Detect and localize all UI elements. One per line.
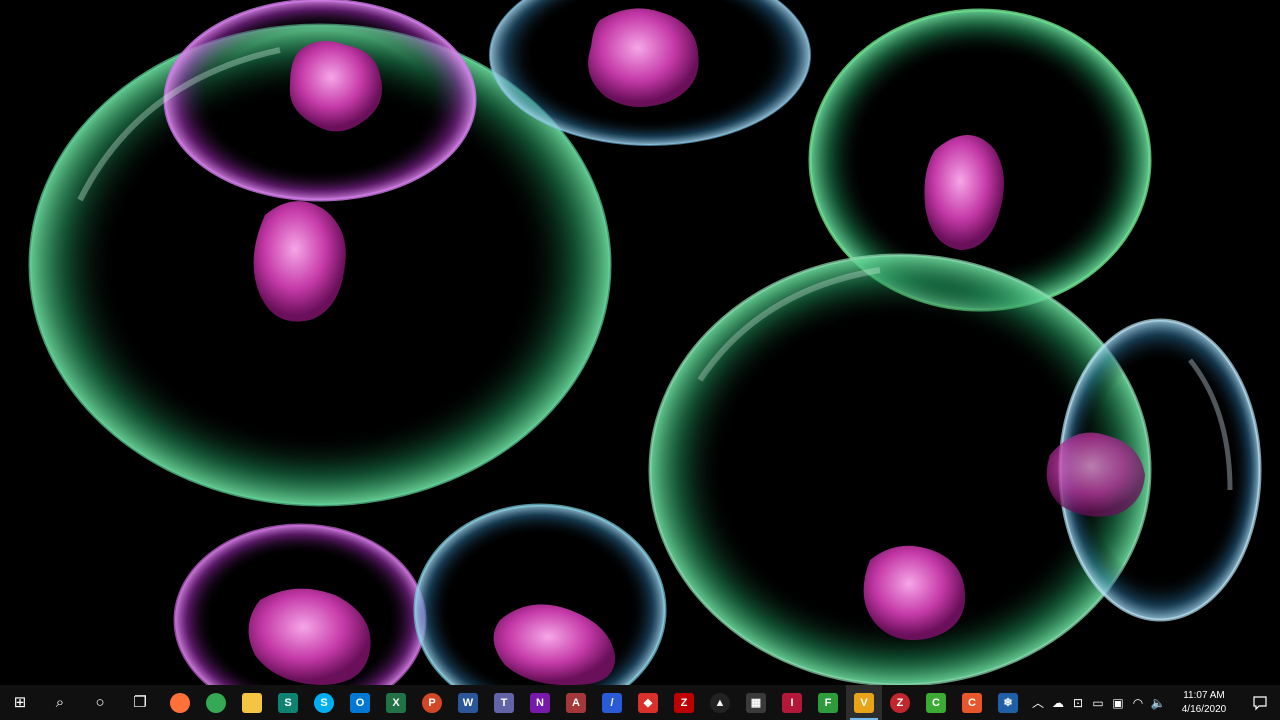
shield-icon: ◆ — [638, 692, 658, 713]
cloud-icon: ☁ — [1052, 695, 1064, 710]
access-icon: A — [566, 692, 586, 713]
taskbar: ⊞ ⌕ ○ ❐ S S O X P W T N A / ◆ Z ▲ ▦ I F V Z C C ❄ ︿ ☁ ⊡ ▭ ▣ ◠ 🔈 11:07… — [0, 685, 1280, 720]
filezilla-icon: Z — [674, 692, 694, 713]
app-v-icon: V — [854, 692, 874, 713]
clock-time: 11:07 AM — [1183, 689, 1225, 701]
taskbar-pinned-apps: S S O X P W T N A / ◆ Z ▲ ▦ I F V Z C C ❄ — [162, 685, 1026, 720]
wifi-icon: ◠ — [1132, 695, 1144, 710]
taskbar-app-teams[interactable]: T — [486, 685, 522, 720]
windows-logo-icon: ⊞ — [13, 694, 27, 711]
folder-icon — [242, 692, 262, 713]
clock[interactable]: 11:07 AM 4/16/2020 — [1168, 685, 1240, 720]
taskbar-app-sway[interactable]: S — [270, 685, 306, 720]
volume[interactable]: 🔈 — [1148, 685, 1168, 720]
taskbar-app-outlook[interactable]: O — [342, 685, 378, 720]
snowflake-icon: ❄ — [998, 692, 1018, 713]
battery-icon: ▭ — [1092, 695, 1104, 710]
teams-icon: T — [494, 692, 514, 713]
firefox-icon — [170, 692, 190, 713]
sway-icon: S — [278, 692, 298, 713]
excel-icon: X — [386, 692, 406, 713]
taskbar-app-shield-app[interactable]: ◆ — [630, 685, 666, 720]
c-orange-icon: C — [962, 692, 982, 713]
taskbar-app-file-explorer[interactable] — [234, 685, 270, 720]
taskbar-app-skype[interactable]: S — [306, 685, 342, 720]
taskbar-app-firefox[interactable] — [162, 685, 198, 720]
c-green-icon: C — [926, 692, 946, 713]
network-share[interactable]: ⊡ — [1068, 685, 1088, 720]
powerpoint-icon: P — [422, 692, 442, 713]
app-f-icon: F — [818, 692, 838, 713]
taskbar-app-snowflake-app[interactable]: ❄ — [990, 685, 1026, 720]
show-hidden-icons[interactable]: ︿ — [1028, 685, 1048, 720]
system-tray: ︿ ☁ ⊡ ▭ ▣ ◠ 🔈 11:07 AM 4/16/2020 — [1028, 685, 1280, 720]
task-view-button[interactable]: ❐ — [120, 685, 160, 720]
taskbar-app-app-f[interactable]: F — [810, 685, 846, 720]
taskbar-app-calculator[interactable]: ▦ — [738, 685, 774, 720]
start-button[interactable]: ⊞ — [0, 685, 40, 720]
volume-icon: 🔈 — [1150, 695, 1166, 710]
bubbles-wallpaper — [28, 0, 1262, 685]
onenote-icon: N — [530, 692, 550, 713]
wifi[interactable]: ◠ — [1128, 685, 1148, 720]
outlook-icon: O — [350, 692, 370, 713]
taskbar-app-powerpoint[interactable]: P — [414, 685, 450, 720]
taskbar-app-camtasia-orange[interactable]: C — [954, 685, 990, 720]
taskbar-app-onenote[interactable]: N — [522, 685, 558, 720]
cortana-ring-icon: ○ — [95, 694, 105, 711]
mountain-icon: ▲ — [710, 692, 730, 713]
app-z-icon: Z — [890, 692, 910, 713]
search-button[interactable]: ⌕ — [40, 685, 80, 720]
cortana-button[interactable]: ○ — [80, 685, 120, 720]
taskbar-app-mountain-app[interactable]: ▲ — [702, 685, 738, 720]
pen-icon: / — [602, 692, 622, 713]
calculator-icon: ▦ — [746, 692, 766, 713]
action-center-button[interactable] — [1240, 685, 1280, 720]
network-icon: ⊡ — [1072, 695, 1084, 710]
notification-icon — [1253, 695, 1267, 710]
tray-icons: ︿ ☁ ⊡ ▭ ▣ ◠ 🔈 — [1028, 685, 1168, 720]
taskbar-app-app-z[interactable]: Z — [882, 685, 918, 720]
onedrive[interactable]: ☁ — [1048, 685, 1068, 720]
app-i-icon: I — [782, 692, 802, 713]
chevron-up-icon: ︿ — [1031, 696, 1044, 710]
word-icon: W — [458, 692, 478, 713]
task-view-icon: ❐ — [133, 694, 147, 711]
taskbar-app-pen-app[interactable]: / — [594, 685, 630, 720]
taskbar-app-camtasia-green[interactable]: C — [918, 685, 954, 720]
chrome-icon — [206, 692, 226, 713]
taskbar-app-filezilla[interactable]: Z — [666, 685, 702, 720]
taskbar-system-buttons: ⊞ ⌕ ○ ❐ — [0, 685, 160, 720]
clock-date: 4/16/2020 — [1181, 703, 1227, 715]
taskbar-app-chrome[interactable] — [198, 685, 234, 720]
display[interactable]: ▣ — [1108, 685, 1128, 720]
taskbar-app-app-i[interactable]: I — [774, 685, 810, 720]
monitor-icon: ▣ — [1112, 695, 1124, 710]
battery[interactable]: ▭ — [1088, 685, 1108, 720]
taskbar-app-app-v[interactable]: V — [846, 685, 882, 720]
skype-icon: S — [314, 692, 334, 713]
taskbar-app-word[interactable]: W — [450, 685, 486, 720]
taskbar-app-access[interactable]: A — [558, 685, 594, 720]
search-icon: ⌕ — [55, 694, 65, 711]
taskbar-app-excel[interactable]: X — [378, 685, 414, 720]
desktop-wallpaper — [0, 0, 1280, 685]
